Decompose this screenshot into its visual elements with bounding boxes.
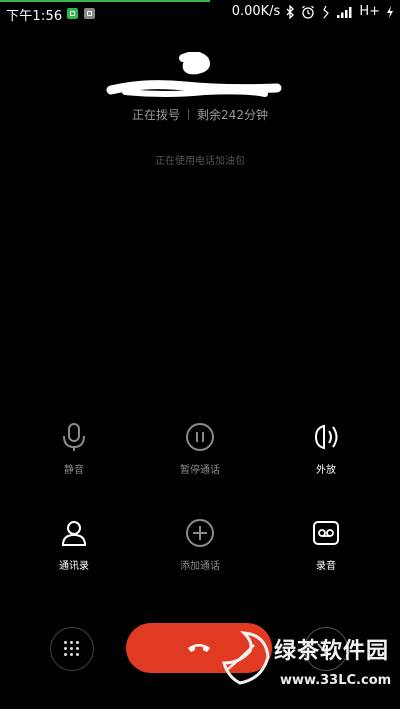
record-label: 录音	[316, 561, 336, 572]
watermark-url: www.33LC.com	[280, 673, 392, 688]
contacts-button[interactable]: 通讯录	[24, 517, 124, 572]
hold-label: 暂停通话	[180, 465, 220, 476]
speaker-icon	[310, 421, 342, 453]
status-bar: 下午1:56 0.00K/s H+	[0, 0, 400, 26]
end-call-icon	[188, 644, 210, 652]
contacts-icon	[58, 517, 90, 549]
mute-label: 静音	[64, 465, 84, 476]
dialpad-button[interactable]	[50, 627, 94, 671]
vibrate-icon	[321, 5, 331, 19]
bluetooth-icon	[286, 4, 295, 19]
speaker-button[interactable]: 外放	[276, 421, 376, 476]
caller-name-redacted	[105, 51, 285, 102]
watermark: 绿茶软件园 www.33LC.com	[214, 619, 394, 705]
record-button[interactable]: 录音	[276, 517, 376, 572]
watermark-title: 绿茶软件园	[274, 639, 390, 664]
add-call-button[interactable]: 添加通话	[150, 517, 250, 572]
net-speed: 0.00K/s	[231, 4, 281, 19]
signal-icon	[337, 6, 353, 18]
status-divider	[188, 109, 190, 120]
pause-icon	[184, 421, 216, 453]
status-progress-line	[0, 0, 210, 2]
network-type: H+	[359, 4, 380, 19]
notification-grey-icon	[84, 8, 95, 19]
record-icon	[310, 517, 342, 549]
charging-icon	[386, 5, 394, 19]
speaker-label: 外放	[316, 465, 336, 476]
alarm-icon	[301, 5, 315, 19]
status-right-group: 0.00K/s H+	[232, 4, 394, 19]
mute-button[interactable]: 静音	[24, 421, 124, 476]
call-package-note: 正在使用电话加油包	[155, 156, 245, 167]
remaining-minutes: 剩余242分钟	[197, 108, 268, 122]
dialing-status: 正在拨号	[132, 108, 181, 122]
notification-green-icon	[67, 8, 78, 19]
microphone-icon	[58, 421, 90, 453]
add-call-label: 添加通话	[180, 561, 220, 572]
add-call-icon	[184, 517, 216, 549]
status-time: 下午1:56	[6, 9, 63, 24]
watermark-logo-icon	[222, 631, 270, 685]
hold-button[interactable]: 暂停通话	[150, 421, 250, 476]
call-status-line: 正在拨号 剩余242分钟	[0, 106, 400, 123]
dialpad-icon	[64, 641, 80, 657]
contacts-label: 通讯录	[59, 561, 89, 572]
